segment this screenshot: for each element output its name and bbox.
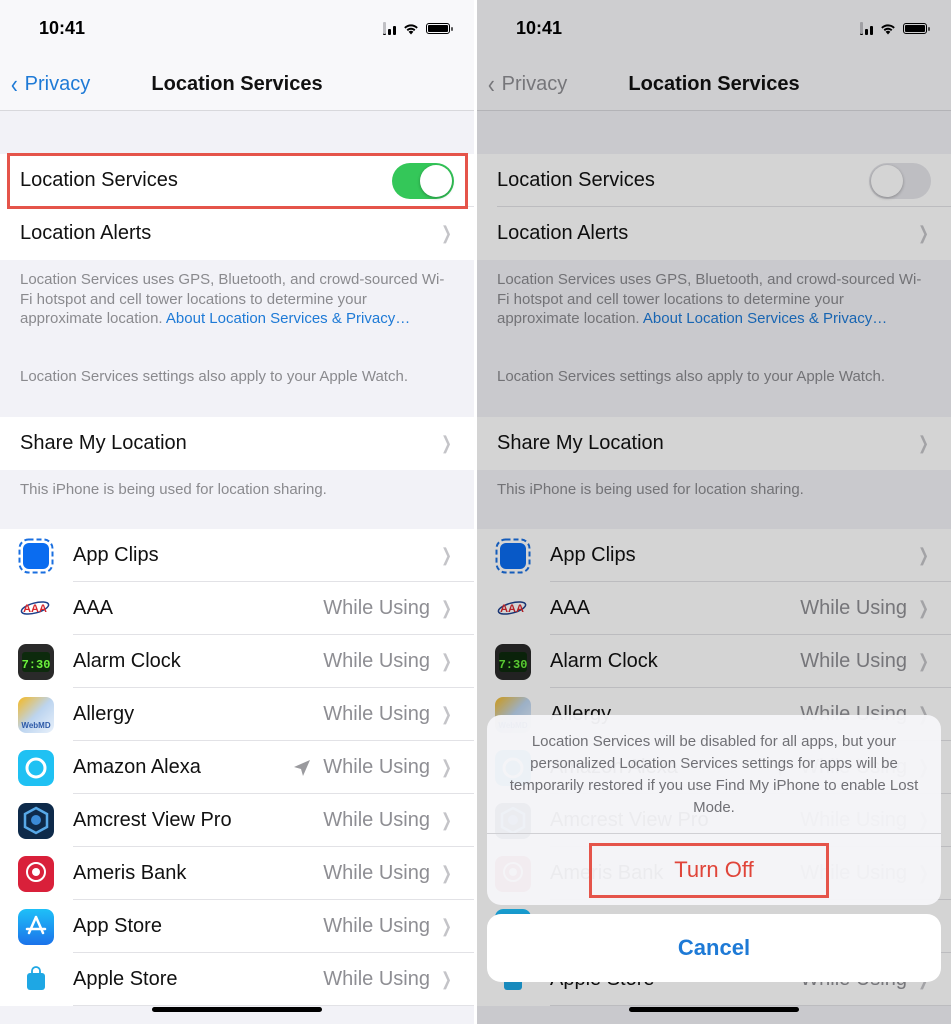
app-row[interactable]: WebMD Allergy While Using ❯: [0, 688, 474, 741]
app-store-icon: [18, 908, 54, 945]
status-time: 10:41: [39, 18, 86, 38]
wifi-icon: [404, 24, 418, 35]
app-row[interactable]: 7:30 Alarm Clock While Using ❯: [0, 635, 474, 688]
app-row[interactable]: AAA AAA While Using ❯: [0, 582, 474, 635]
app-clips-icon: [18, 538, 54, 574]
app-name: App Clips: [73, 544, 159, 566]
location-arrow-icon: [294, 759, 310, 776]
chevron-right-icon: ❯: [441, 863, 452, 883]
page-title: Location Services: [151, 73, 323, 95]
chevron-right-icon: ❯: [441, 545, 452, 565]
webmd-allergy-icon: WebMD: [18, 696, 54, 733]
apple-watch-note: Location Services settings also apply to…: [20, 368, 408, 385]
app-permission-value: While Using: [323, 597, 430, 619]
app-row[interactable]: Amcrest View Pro While Using ❯: [0, 794, 474, 847]
alarm-clock-icon: 7:30: [18, 643, 54, 680]
svg-text:7:30: 7:30: [22, 658, 51, 672]
svg-text:WebMD: WebMD: [21, 721, 50, 730]
battery-icon: [426, 23, 453, 34]
app-name: Alarm Clock: [73, 650, 181, 672]
app-name: Ameris Bank: [73, 862, 187, 884]
status-bar: 10:41: [0, 0, 474, 60]
share-group: Share My Location ❯: [0, 417, 474, 470]
aaa-icon: AAA: [18, 590, 54, 627]
screen-after: 10:41 ‹ Privacy Location Services Locati…: [477, 0, 951, 1024]
location-description: Location Services uses GPS, Bluetooth, a…: [20, 271, 445, 327]
chevron-right-icon: ❯: [441, 704, 452, 724]
app-row[interactable]: Apple Store While Using ❯: [0, 953, 474, 1006]
location-alerts-row[interactable]: Location Alerts ❯: [0, 207, 474, 260]
app-name: Amcrest View Pro: [73, 809, 232, 831]
home-indicator: [629, 1007, 799, 1012]
app-permission-value: While Using: [323, 862, 430, 884]
nav-bar: ‹ Privacy Location Services: [0, 60, 474, 111]
chevron-right-icon: ❯: [441, 223, 452, 243]
chevron-right-icon: ❯: [441, 433, 452, 453]
chevron-right-icon: ❯: [441, 916, 452, 936]
app-name: App Store: [73, 915, 162, 937]
app-row[interactable]: Amazon Alexa While Using ❯: [0, 741, 474, 794]
chevron-right-icon: ❯: [441, 598, 452, 618]
chevron-right-icon: ❯: [441, 810, 452, 830]
app-permission-value: While Using: [323, 756, 430, 778]
cellular-signal-icon: [383, 22, 396, 35]
app-permission-value: While Using: [323, 915, 430, 937]
amazon-alexa-icon: [18, 749, 54, 786]
app-permission-value: While Using: [323, 650, 430, 672]
about-location-privacy-link[interactable]: About Location Services & Privacy…: [166, 310, 410, 327]
svg-text:AAA: AAA: [23, 603, 47, 615]
amcrest-icon: [18, 802, 54, 839]
app-permission-value: While Using: [323, 809, 430, 831]
highlight-box: [7, 153, 468, 209]
app-name: AAA: [73, 597, 114, 619]
screen-before: 10:41 ‹ Privacy Location Services Locati…: [0, 0, 474, 1024]
app-row[interactable]: Ameris Bank While Using ❯: [0, 847, 474, 900]
chevron-right-icon: ❯: [441, 969, 452, 989]
share-footer: This iPhone is being used for location s…: [20, 481, 327, 498]
cancel-button[interactable]: Cancel: [487, 914, 941, 982]
apple-store-icon: [18, 961, 54, 998]
app-name: Amazon Alexa: [73, 756, 201, 778]
action-sheet-message: Location Services will be disabled for a…: [509, 733, 919, 816]
app-name: Allergy: [73, 703, 135, 725]
chevron-right-icon: ❯: [441, 651, 452, 671]
home-indicator: [152, 1007, 322, 1012]
share-my-location-label: Share My Location: [20, 432, 187, 454]
app-row[interactable]: App Store While Using ❯: [0, 900, 474, 953]
app-permission-value: While Using: [323, 703, 430, 725]
app-name: Apple Store: [73, 968, 178, 990]
app-permission-value: While Using: [323, 968, 430, 990]
chevron-right-icon: ❯: [441, 757, 452, 777]
location-alerts-label: Location Alerts: [20, 222, 152, 244]
app-list: App Clips ❯ AAA AAA While Using ❯ 7:30 Alarm Cl…: [0, 529, 474, 1006]
share-my-location-row[interactable]: Share My Location ❯: [0, 417, 474, 470]
ameris-bank-icon: [18, 855, 54, 892]
highlight-box: [589, 843, 829, 898]
app-row[interactable]: App Clips ❯: [0, 529, 474, 582]
